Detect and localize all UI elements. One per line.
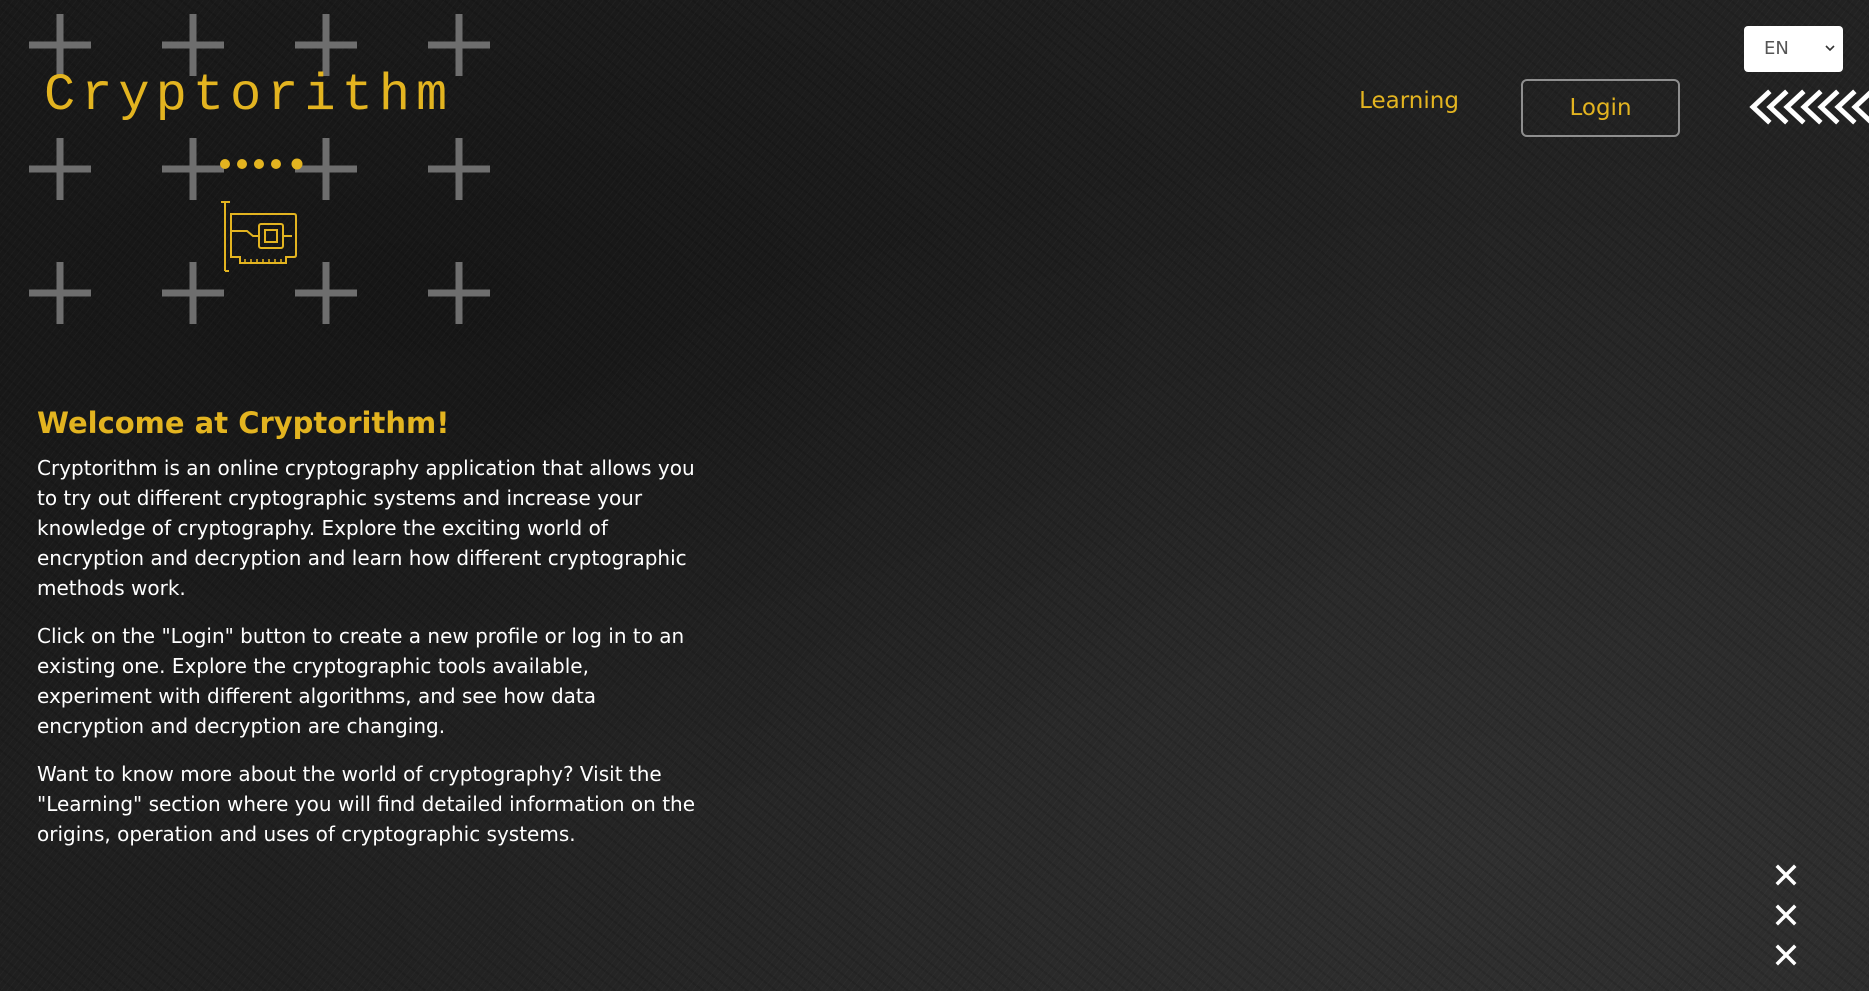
logo-graphic bbox=[29, 14, 490, 324]
double-chevron-left-icon[interactable] bbox=[1748, 88, 1869, 126]
chevron-down-icon bbox=[1825, 45, 1835, 52]
learning-info-paragraph: Want to know more about the world of cry… bbox=[37, 761, 696, 846]
language-selected-value: EN bbox=[1764, 38, 1789, 59]
intro-paragraph: Cryptorithm is an online cryptography ap… bbox=[37, 455, 695, 600]
close-icon bbox=[1775, 944, 1797, 966]
nav-learning-link[interactable]: Learning bbox=[1320, 88, 1498, 116]
circuit-card-icon bbox=[221, 201, 297, 272]
login-info-paragraph: Click on the "Login" button to create a … bbox=[37, 623, 685, 738]
login-button[interactable]: Login bbox=[1521, 79, 1680, 137]
welcome-section: Welcome at Cryptorithm! Cryptorithm is a… bbox=[37, 405, 705, 867]
welcome-title: Welcome at Cryptorithm! bbox=[37, 406, 450, 440]
close-icon bbox=[1775, 904, 1797, 926]
x-marks-decoration bbox=[1775, 864, 1797, 966]
close-icon bbox=[1775, 864, 1797, 886]
dots-row bbox=[220, 158, 303, 170]
language-select[interactable]: EN bbox=[1744, 26, 1843, 72]
logo[interactable]: Cryptorithm bbox=[0, 0, 520, 340]
plus-grid bbox=[29, 14, 490, 324]
logo-text: Cryptorithm bbox=[44, 66, 454, 125]
